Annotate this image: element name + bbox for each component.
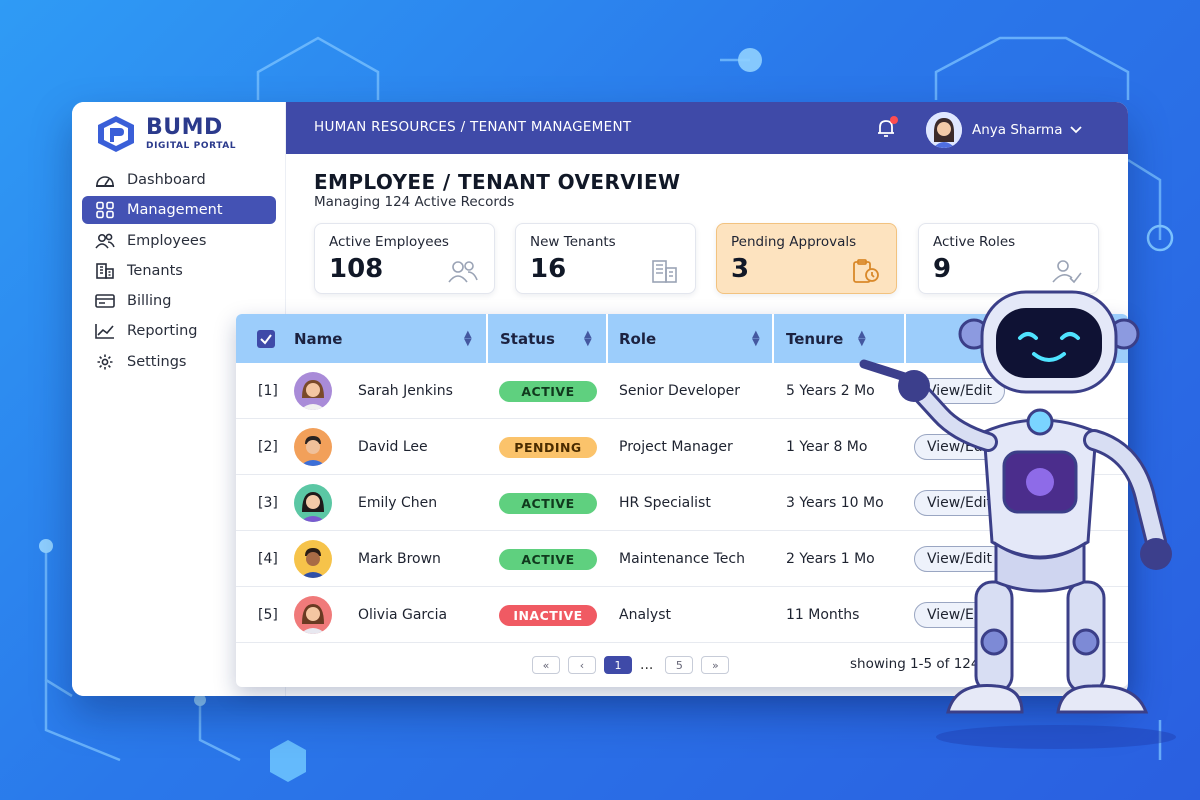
sidebar-item-management[interactable]: Management <box>82 196 276 225</box>
card-label: Active Roles <box>933 234 1016 250</box>
employee-name: Mark Brown <box>358 551 441 567</box>
checkbox-checked-icon <box>257 329 275 348</box>
billing-icon <box>95 294 115 308</box>
employee-role: Maintenance Tech <box>619 551 745 567</box>
sort-icon[interactable]: ▲ ▼ <box>464 330 472 348</box>
logo-subtitle: DIGITAL PORTAL <box>146 141 237 151</box>
notification-dot <box>890 116 898 124</box>
stat-card-new-tenants[interactable]: New Tenants 16 <box>515 223 696 294</box>
sidebar-item-label: Billing <box>127 293 172 310</box>
person-avatar-icon <box>294 540 332 578</box>
breadcrumb[interactable]: HUMAN RESOURCES / TENANT MANAGEMENT <box>314 119 631 135</box>
avatar <box>294 475 332 531</box>
sidebar-item-label: Tenants <box>127 262 183 279</box>
card-value: 3 <box>731 254 750 284</box>
user-menu[interactable]: Anya Sharma <box>926 112 1083 148</box>
building-icon <box>652 260 677 283</box>
stat-card-active-employees[interactable]: Active Employees 108 <box>314 223 495 294</box>
status-badge: ACTIVE <box>499 363 597 419</box>
person-avatar-icon <box>294 428 332 466</box>
sidebar-item-label: Reporting <box>127 323 198 340</box>
user-name: Anya Sharma <box>972 122 1063 138</box>
column-header-status[interactable]: Status <box>500 314 580 363</box>
clipboard-clock-icon <box>853 259 879 283</box>
avatar <box>294 419 332 475</box>
status-badge: ACTIVE <box>499 475 597 531</box>
employee-role: Senior Developer <box>619 383 741 399</box>
avatar <box>294 531 332 587</box>
card-label: Pending Approvals <box>731 234 857 250</box>
sidebar-item-label: Settings <box>127 353 187 370</box>
person-avatar-icon <box>294 484 332 522</box>
sidebar-item-label: Employees <box>127 232 207 249</box>
grid-icon <box>96 201 114 219</box>
employee-name: Sarah Jenkins <box>358 383 453 399</box>
row-index: [1] <box>258 383 278 399</box>
row-index: [5] <box>258 607 278 623</box>
employee-name: Olivia Garcia <box>358 607 448 623</box>
dashboard-icon <box>96 176 114 187</box>
sidebar-item-dashboard[interactable]: Dashboard <box>82 166 276 194</box>
employee-tenure: 11 Months <box>786 607 860 623</box>
sidebar-item-tenants[interactable]: Tenants <box>82 257 276 285</box>
status-badge: INACTIVE <box>499 587 597 643</box>
sort-icon[interactable]: ▲ ▼ <box>752 330 760 348</box>
avatar <box>926 112 962 148</box>
column-divider <box>486 314 488 363</box>
employee-role: Analyst <box>619 607 671 623</box>
page-title: EMPLOYEE / TENANT OVERVIEW <box>314 170 681 194</box>
avatar <box>294 587 332 643</box>
employee-role: Project Manager <box>619 439 733 455</box>
user-check-icon <box>1052 260 1082 284</box>
notification-button[interactable] <box>874 116 898 140</box>
sidebar-item-billing[interactable]: Billing <box>82 287 276 315</box>
column-header-name[interactable]: Name <box>294 314 474 363</box>
employee-name: David Lee <box>358 439 428 455</box>
card-value: 9 <box>933 254 952 284</box>
chevron-down-icon <box>1070 126 1083 134</box>
next-page-button[interactable]: » <box>701 656 730 674</box>
chart-line-icon <box>95 324 114 340</box>
building-icon <box>96 263 114 279</box>
page-subtitle: Managing 124 Active Records <box>314 194 515 210</box>
logo: BUMD DIGITAL PORTAL <box>94 114 236 154</box>
status-badge: PENDING <box>499 419 597 475</box>
sort-icon[interactable]: ▲ ▼ <box>584 330 592 348</box>
sidebar-item-label: Dashboard <box>127 172 206 188</box>
logo-title: BUMD <box>146 115 223 140</box>
employee-role: HR Specialist <box>619 495 711 511</box>
robot-mascot-illustration <box>859 290 1176 749</box>
gear-icon <box>97 354 113 370</box>
column-divider <box>606 314 608 363</box>
card-value: 16 <box>530 254 567 284</box>
avatar <box>294 363 332 419</box>
row-index: [3] <box>258 495 278 511</box>
column-divider <box>772 314 774 363</box>
sidebar-item-label: Management <box>127 202 223 219</box>
employee-name: Emily Chen <box>358 495 438 511</box>
pagination: « ‹ 1 ... 5 » <box>532 656 737 674</box>
person-avatar-icon <box>294 596 332 634</box>
person-avatar-icon <box>294 372 332 410</box>
prev-page-button[interactable]: ‹ <box>568 656 596 674</box>
row-index: [2] <box>258 439 278 455</box>
column-header-tenure[interactable]: Tenure <box>786 314 856 363</box>
pagination-ellipsis: ... <box>640 657 654 673</box>
first-page-button[interactable]: « <box>532 656 560 674</box>
row-index: [4] <box>258 551 278 567</box>
status-badge: ACTIVE <box>499 531 597 587</box>
page-button-last[interactable]: 5 <box>665 656 694 674</box>
column-header-role[interactable]: Role <box>619 314 739 363</box>
card-label: New Tenants <box>530 234 616 250</box>
sidebar-item-employees[interactable]: Employees <box>82 227 276 255</box>
users-icon <box>95 233 115 249</box>
card-label: Active Employees <box>329 234 449 250</box>
page-button-current[interactable]: 1 <box>604 656 632 674</box>
users-icon <box>448 261 478 283</box>
card-value: 108 <box>329 254 384 284</box>
user-avatar-icon <box>926 112 962 148</box>
logo-hexagon-icon <box>98 116 134 152</box>
select-all-checkbox[interactable] <box>256 314 276 363</box>
top-bar: HUMAN RESOURCES / TENANT MANAGEMENT Anya… <box>286 102 1128 154</box>
